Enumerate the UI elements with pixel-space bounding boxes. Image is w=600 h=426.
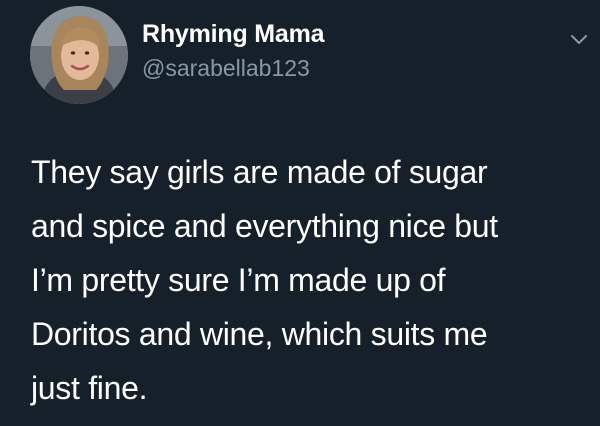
avatar[interactable] bbox=[30, 6, 128, 104]
avatar-image bbox=[30, 6, 128, 104]
tweet-text-line: Doritos and wine, which suits me bbox=[31, 316, 488, 352]
user-handle[interactable]: @sarabellab123 bbox=[142, 53, 324, 83]
author-names: Rhyming Mama @sarabellab123 bbox=[142, 19, 325, 83]
tweet-text-line: They say girls are made of sugar bbox=[31, 154, 488, 190]
display-name[interactable]: Rhyming Mama bbox=[142, 19, 325, 49]
tweet-header: Rhyming Mama @sarabellab123 bbox=[30, 6, 325, 104]
chevron-down-icon[interactable] bbox=[568, 28, 590, 50]
tweet-text-line: and spice and everything nice but bbox=[31, 208, 498, 244]
tweet-text: They say girls are made of sugar and spi… bbox=[31, 145, 593, 415]
tweet-text-line: just fine. bbox=[31, 370, 148, 406]
tweet-text-line: I’m pretty sure I’m made up of bbox=[31, 262, 446, 298]
tweet-card: Rhyming Mama @sarabellab123 They say gir… bbox=[0, 0, 600, 426]
